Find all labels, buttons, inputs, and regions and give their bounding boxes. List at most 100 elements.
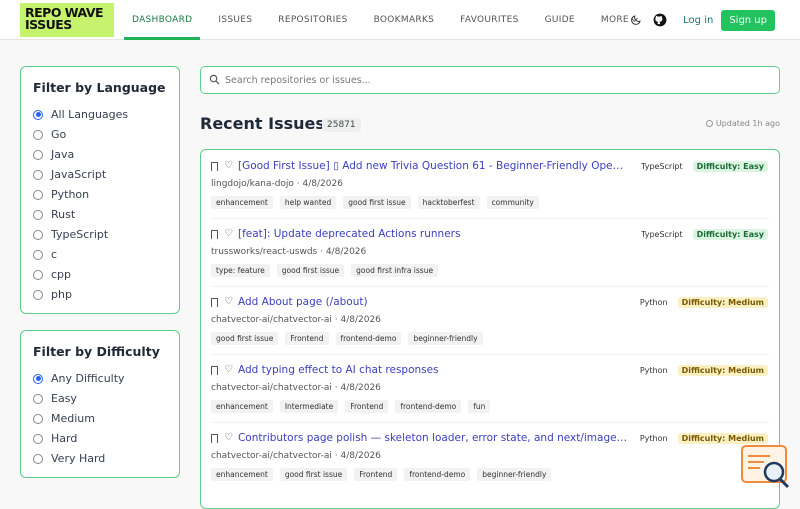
radio-icon[interactable]	[33, 209, 43, 220]
radio-icon[interactable]	[33, 149, 43, 160]
nav-repositories[interactable]: REPOSITORIES	[270, 0, 355, 40]
bookmark-icon[interactable]	[211, 433, 218, 443]
signup-button[interactable]: Sign up	[721, 9, 775, 31]
language-option-c[interactable]: c	[33, 248, 57, 261]
language-option-label: php	[51, 288, 72, 301]
issue-card[interactable]: ♡ Add About page (/about) chatvector-ai/…	[201, 286, 778, 354]
radio-icon[interactable]	[33, 373, 43, 384]
radio-icon[interactable]	[33, 189, 43, 200]
language-filter-panel: Filter by Language All Languages Go Java…	[20, 66, 180, 314]
issue-tags: good first issue Frontend frontend-demo …	[211, 332, 490, 345]
radio-icon[interactable]	[33, 129, 43, 140]
language-option-label: cpp	[51, 268, 72, 281]
issue-card[interactable]: ♡ Contributors page polish — skeleton lo…	[201, 422, 778, 490]
radio-icon[interactable]	[33, 453, 43, 464]
issue-tags: enhancement help wanted good first issue…	[211, 196, 546, 209]
logo[interactable]: REPO WAVE ISSUES	[20, 3, 114, 37]
radio-icon[interactable]	[33, 229, 43, 240]
issue-tag: community	[486, 196, 539, 209]
language-option-python[interactable]: Python	[33, 188, 89, 201]
heart-icon[interactable]: ♡	[224, 229, 233, 239]
issue-badges: TypeScript Difficulty: Easy	[641, 229, 768, 240]
bookmark-icon[interactable]	[211, 161, 218, 171]
difficulty-option-very-hard[interactable]: Very Hard	[33, 452, 105, 465]
language-option-php[interactable]: php	[33, 288, 72, 301]
search-input[interactable]	[225, 71, 765, 89]
language-option-java[interactable]: Java	[33, 148, 74, 161]
radio-icon[interactable]	[33, 433, 43, 444]
issue-title[interactable]: Contributors page polish — skeleton load…	[238, 432, 628, 444]
difficulty-option-hard[interactable]: Hard	[33, 432, 77, 445]
issue-meta: chatvector-ai/chatvector-ai · 4/8/2026	[211, 451, 381, 461]
difficulty-filter-title: Filter by Difficulty	[33, 344, 160, 359]
search-icon	[209, 74, 220, 85]
issue-tag: good first infra issue	[351, 264, 439, 277]
issue-card[interactable]: ♡ Add typing effect to AI chat responses…	[201, 354, 778, 422]
issue-title[interactable]: [Good First Issue] ▯ Add new Trivia Ques…	[238, 160, 628, 172]
radio-icon[interactable]	[33, 393, 43, 404]
chat-search-icon	[741, 445, 790, 489]
nav-issues[interactable]: ISSUES	[210, 0, 260, 40]
issue-tag: beginner-friendly	[477, 468, 552, 481]
dark-mode-toggle[interactable]	[627, 11, 645, 29]
radio-icon[interactable]	[33, 413, 43, 424]
difficulty-badge: Difficulty: Easy	[692, 161, 768, 172]
issue-tag: good first issue	[279, 468, 348, 481]
issue-tag: hacktoberfest	[417, 196, 480, 209]
issue-meta: trussworks/react-uswds · 4/8/2026	[211, 247, 367, 257]
issue-tag: good first issue	[211, 332, 279, 345]
issue-meta: chatvector-ai/chatvector-ai · 4/8/2026	[211, 383, 381, 393]
bookmark-icon[interactable]	[211, 297, 218, 307]
issue-title[interactable]: [feat]: Update deprecated Actions runner…	[238, 228, 460, 240]
issue-title[interactable]: Add typing effect to AI chat responses	[238, 364, 439, 376]
nav-dashboard[interactable]: DASHBOARD	[124, 0, 201, 40]
language-option-javascript[interactable]: JavaScript	[33, 168, 106, 181]
difficulty-option-label: Hard	[51, 432, 78, 445]
radio-icon[interactable]	[33, 169, 43, 180]
nav-favourites[interactable]: FAVOURITES	[452, 0, 526, 40]
language-option-cpp[interactable]: cpp	[33, 268, 71, 281]
difficulty-badge: Difficulty: Medium	[677, 365, 768, 376]
issue-badges: Python Difficulty: Medium	[640, 297, 768, 308]
issue-title-row: ♡ [feat]: Update deprecated Actions runn…	[211, 228, 631, 240]
github-link[interactable]	[651, 11, 669, 29]
issue-title-row: ♡ [Good First Issue] ▯ Add new Trivia Qu…	[211, 160, 631, 172]
heart-icon[interactable]: ♡	[224, 433, 233, 443]
radio-icon[interactable]	[33, 249, 43, 260]
issue-tag: enhancement	[211, 468, 273, 481]
bookmark-icon[interactable]	[211, 365, 218, 375]
language-option-rust[interactable]: Rust	[33, 208, 75, 221]
radio-icon[interactable]	[33, 269, 43, 280]
heart-icon[interactable]: ♡	[224, 365, 233, 375]
radio-icon[interactable]	[33, 289, 43, 300]
clock-icon	[705, 120, 713, 127]
language-label: Python	[639, 298, 668, 307]
difficulty-filter-panel: Filter by Difficulty Any Difficulty Easy…	[20, 330, 180, 478]
logo-line-2: ISSUES	[25, 17, 72, 32]
language-option-go[interactable]: Go	[33, 128, 66, 141]
recent-issues-title: Recent Issues	[200, 114, 325, 133]
top-header: REPO WAVE ISSUES DASHBOARD ISSUES REPOSI…	[0, 0, 800, 40]
issue-title[interactable]: Add About page (/about)	[238, 296, 368, 308]
nav-bookmarks[interactable]: BOOKMARKS	[366, 0, 443, 40]
difficulty-option-easy[interactable]: Easy	[33, 392, 77, 405]
nav-guide[interactable]: GUIDE	[537, 0, 583, 40]
language-option-typescript[interactable]: TypeScript	[33, 228, 108, 241]
login-link[interactable]: Log in	[683, 15, 713, 26]
heart-icon[interactable]: ♡	[224, 161, 233, 171]
radio-icon[interactable]	[33, 109, 43, 120]
issue-card[interactable]: ♡ [Good First Issue] ▯ Add new Trivia Qu…	[201, 150, 778, 218]
moon-icon	[631, 15, 641, 25]
bookmark-icon[interactable]	[211, 229, 218, 239]
issue-badges: Python Difficulty: Medium	[640, 433, 768, 444]
heart-icon[interactable]: ♡	[224, 297, 233, 307]
difficulty-option-any[interactable]: Any Difficulty	[33, 372, 125, 385]
issue-tag: enhancement	[211, 196, 273, 209]
issues-list: ♡ [Good First Issue] ▯ Add new Trivia Qu…	[200, 149, 780, 509]
issue-tag: Frontend	[345, 400, 389, 413]
language-option-all[interactable]: All Languages	[33, 108, 128, 121]
difficulty-option-medium[interactable]: Medium	[33, 412, 95, 425]
issue-card[interactable]: ♡ [feat]: Update deprecated Actions runn…	[201, 218, 778, 286]
floating-search-button[interactable]	[740, 444, 792, 490]
difficulty-option-label: Easy	[51, 392, 77, 405]
